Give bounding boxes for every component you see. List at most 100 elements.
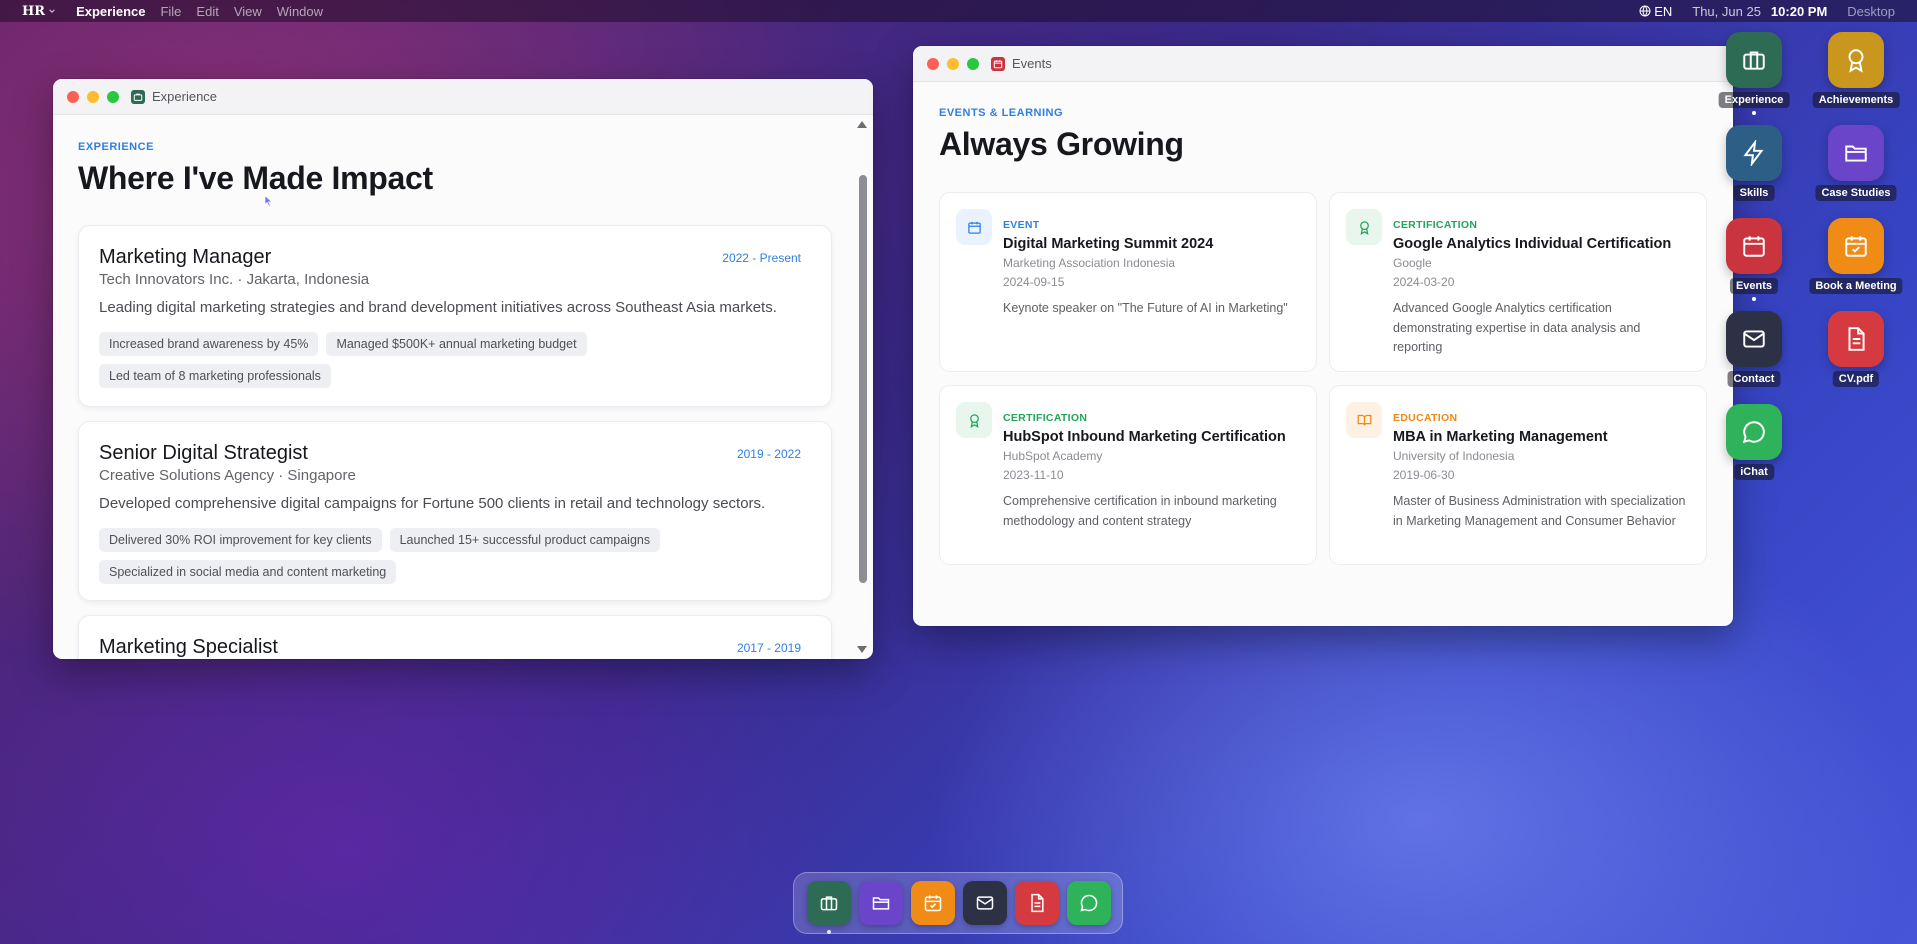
briefcase-icon — [819, 893, 839, 913]
event-date: 2019-06-30 — [1393, 468, 1455, 482]
event-card: CERTIFICATION Google Analytics Individua… — [1329, 192, 1707, 372]
experience-titlebar[interactable]: Experience — [53, 79, 873, 115]
logo-menu[interactable]: HR — [22, 4, 56, 19]
highlight-tag: Launched 15+ successful product campaign… — [389, 528, 661, 552]
desktop-icon-book-meeting[interactable]: Book a Meeting — [1806, 218, 1906, 308]
highlight-tag: Managed $500K+ annual marketing budget — [326, 332, 587, 356]
menu-window[interactable]: Window — [277, 4, 323, 19]
desktop-button[interactable]: Desktop — [1847, 4, 1895, 19]
menu-file[interactable]: File — [160, 4, 181, 19]
cursor-icon — [264, 195, 273, 207]
section-kicker: EVENTS & LEARNING — [939, 107, 1064, 119]
job-role: Senior Digital Strategist — [99, 442, 308, 464]
page-title: Where I've Made Impact — [78, 160, 433, 196]
event-organization: Google — [1393, 256, 1432, 270]
event-card: CERTIFICATION HubSpot Inbound Marketing … — [939, 385, 1317, 565]
menu-view[interactable]: View — [234, 4, 262, 19]
scroll-down-arrow[interactable] — [857, 646, 867, 653]
highlight-tag: Led team of 8 marketing professionals — [99, 364, 331, 388]
minimize-button[interactable] — [947, 57, 959, 70]
menu-bar: HR Experience File Edit View Window EN T… — [0, 0, 1917, 22]
section-kicker: EXPERIENCE — [78, 141, 154, 153]
dock-item-cv[interactable] — [1015, 881, 1059, 925]
desktop-icon-label: CV.pdf — [1832, 371, 1880, 387]
job-company: Tech Innovators Inc. · Jakarta, Indonesi… — [99, 271, 370, 288]
desktop-icon-label: Case Studies — [1815, 185, 1897, 201]
logo-text: HR — [22, 3, 46, 19]
event-title: HubSpot Inbound Marketing Certification — [1003, 429, 1286, 445]
calendar-icon — [956, 209, 992, 245]
scroll-thumb[interactable] — [859, 175, 867, 583]
event-description: Advanced Google Analytics certification … — [1393, 301, 1641, 354]
dock-open-indicator — [827, 930, 831, 934]
experience-window: Experience EXPERIENCE Where I've Made Im… — [53, 79, 873, 659]
job-company: Creative Solutions Agency · Singapore — [99, 467, 356, 484]
briefcase-icon — [1726, 32, 1782, 88]
job-description: Developed comprehensive digital campaign… — [99, 495, 766, 512]
document-icon — [1027, 893, 1047, 913]
desktop-icon-label: Achievements — [1812, 92, 1900, 108]
mail-icon — [975, 893, 995, 913]
active-app-name[interactable]: Experience — [76, 4, 145, 19]
event-kind: EDUCATION — [1393, 412, 1458, 424]
close-button[interactable] — [927, 57, 939, 70]
page-title: Always Growing — [939, 126, 1184, 162]
scroll-up-arrow[interactable] — [857, 121, 867, 128]
event-organization: HubSpot Academy — [1003, 449, 1103, 463]
job-role: Marketing Manager — [99, 246, 272, 268]
desktop-icon-label: Book a Meeting — [1809, 278, 1903, 294]
globe-icon — [1639, 5, 1651, 17]
highlight-tag: Increased brand awareness by 45% — [99, 332, 319, 356]
document-icon — [1828, 311, 1884, 367]
window-title: Experience — [152, 89, 218, 104]
menubar-time: 10:20 PM — [1770, 3, 1828, 19]
desktop-icon-label: Contact — [1727, 371, 1781, 387]
language-switcher[interactable]: EN — [1639, 4, 1672, 19]
menubar-date: Thu, Jun 25 — [1692, 3, 1761, 19]
event-kind: CERTIFICATION — [1393, 219, 1478, 231]
briefcase-icon — [131, 89, 145, 104]
dock-item-ichat[interactable] — [1067, 881, 1111, 925]
close-button[interactable] — [67, 90, 79, 103]
dock-item-book-meeting[interactable] — [911, 881, 955, 925]
event-kind: CERTIFICATION — [1003, 412, 1088, 424]
desktop-icon-case-studies[interactable]: Case Studies — [1806, 125, 1906, 215]
experience-content[interactable]: EXPERIENCE Where I've Made Impact Market… — [53, 115, 873, 659]
scrollbar[interactable] — [857, 117, 871, 657]
maximize-button[interactable] — [107, 90, 119, 103]
dock-item-contact[interactable] — [963, 881, 1007, 925]
dock-item-case-studies[interactable] — [859, 881, 903, 925]
award-icon — [1346, 209, 1382, 245]
job-highlights: Delivered 30% ROI improvement for key cl… — [99, 528, 799, 584]
calendar-check-icon — [1828, 218, 1884, 274]
desktop-icon-contact[interactable]: Contact — [1704, 311, 1804, 401]
dock-item-experience[interactable] — [807, 881, 851, 934]
open-indicator — [1752, 297, 1756, 301]
event-kind: EVENT — [1003, 219, 1040, 231]
calendar-check-icon — [923, 893, 943, 913]
events-window: Events EVENTS & LEARNING Always Growing … — [913, 46, 1733, 626]
desktop-icon-label: iChat — [1734, 464, 1774, 480]
mail-icon — [1726, 311, 1782, 367]
desktop-icon-ichat[interactable]: iChat — [1704, 404, 1804, 494]
event-description: Master of Business Administration with s… — [1393, 494, 1686, 528]
highlight-tag: Specialized in social media and content … — [99, 560, 397, 584]
folder-icon — [1828, 125, 1884, 181]
events-titlebar[interactable]: Events — [913, 46, 1733, 82]
event-organization: Marketing Association Indonesia — [1003, 256, 1176, 270]
event-title: Google Analytics Individual Certificatio… — [1393, 236, 1672, 252]
lightning-icon — [1726, 125, 1782, 181]
highlight-tag: Delivered 30% ROI improvement for key cl… — [99, 528, 382, 552]
desktop-icon-achievements[interactable]: Achievements — [1806, 32, 1906, 122]
menu-edit[interactable]: Edit — [196, 4, 218, 19]
desktop-icon-cv[interactable]: CV.pdf — [1806, 311, 1906, 401]
desktop-icon-skills[interactable]: Skills — [1704, 125, 1804, 215]
minimize-button[interactable] — [87, 90, 99, 103]
events-content[interactable]: EVENTS & LEARNING Always Growing EVENT D… — [913, 82, 1733, 626]
desktop-icon-experience[interactable]: Experience — [1704, 32, 1804, 122]
job-description: Leading digital marketing strategies and… — [99, 299, 777, 316]
desktop-icon-label: Events — [1729, 278, 1779, 294]
desktop-icon-events[interactable]: Events — [1704, 218, 1804, 308]
award-icon — [956, 402, 992, 438]
maximize-button[interactable] — [967, 57, 979, 70]
